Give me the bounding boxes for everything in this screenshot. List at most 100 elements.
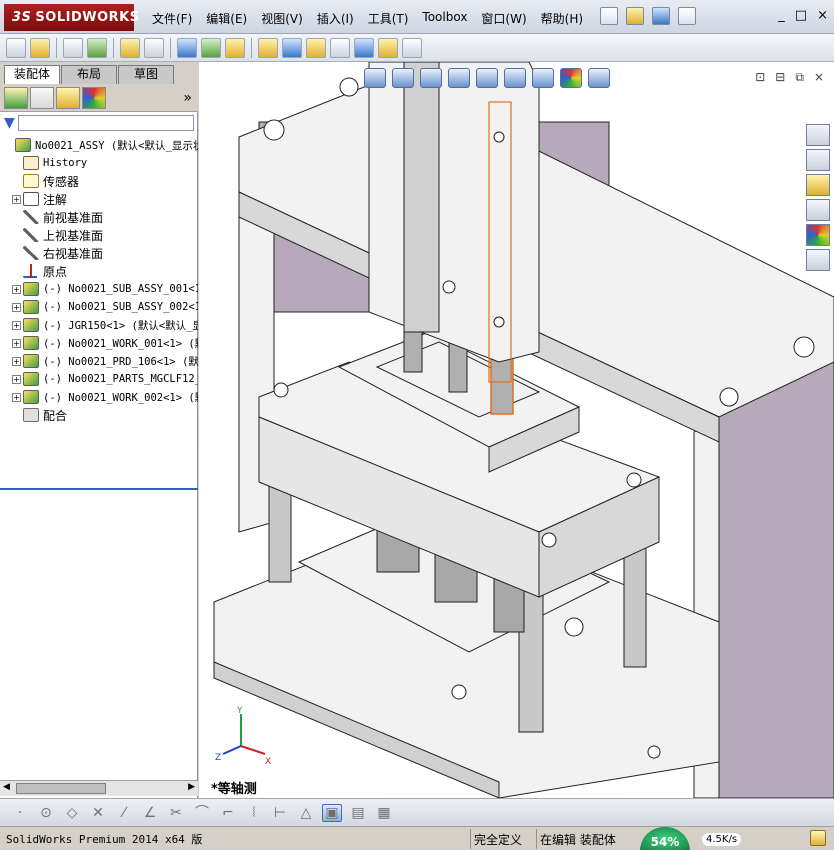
save-icon[interactable] [652, 7, 670, 25]
triangle-icon[interactable]: △ [296, 804, 316, 822]
tree-node[interactable]: + (-) No0021_SUB_ASSY_002<1> [0, 298, 198, 316]
design-library-icon[interactable] [806, 149, 830, 171]
horizontal-scrollbar[interactable]: ◀ ▶ [0, 780, 198, 796]
tree-expander[interactable]: + [12, 356, 21, 366]
tree-node[interactable]: + (-) No0021_WORK_002<1> (默 [0, 388, 198, 406]
viewport-minimize-button[interactable]: ⊟ [775, 70, 785, 85]
exploded-view-icon[interactable] [306, 37, 326, 58]
configuration-manager-icon[interactable] [56, 86, 80, 109]
rollback-bar[interactable] [0, 488, 198, 490]
tree-node[interactable]: 前视基准面 [0, 208, 198, 226]
new-document-icon[interactable] [600, 7, 618, 25]
tree-expander[interactable]: + [12, 284, 21, 294]
menu-toolbox[interactable]: Toolbox [416, 8, 473, 29]
more-tabs-button[interactable]: » [183, 90, 192, 106]
assembly-features-icon[interactable] [201, 37, 221, 58]
apply-scene-icon[interactable] [588, 68, 610, 88]
tree-expander[interactable]: + [12, 338, 21, 348]
close-button[interactable]: × [817, 8, 828, 23]
hide-show-items-icon[interactable] [532, 68, 554, 88]
view-orientation-icon[interactable] [476, 68, 498, 88]
line-icon[interactable]: ⁄ [114, 804, 134, 822]
tree-expander[interactable]: + [12, 194, 21, 204]
tree-expander[interactable]: + [12, 320, 21, 330]
open-folder-icon[interactable] [626, 7, 644, 25]
viewport-close-button[interactable]: × [814, 70, 824, 85]
menu-insert[interactable]: 插入(I) [311, 8, 360, 29]
instant3d-icon[interactable] [402, 37, 422, 58]
tree-node[interactable]: 原点 [0, 262, 198, 280]
circle-icon[interactable]: ⊙ [36, 804, 56, 822]
cross-icon[interactable]: ✕ [88, 804, 108, 822]
tab-sketch[interactable]: 草图 [118, 65, 174, 84]
mate-icon[interactable] [63, 37, 83, 58]
angle-icon[interactable]: ∠ [140, 804, 160, 822]
scroll-left-icon[interactable]: ◀ [3, 782, 10, 792]
menu-view[interactable]: 视图(V) [255, 8, 309, 29]
tree-node[interactable]: + (-) No0021_SUB_ASSY_001<1> [0, 280, 198, 298]
polygon-icon[interactable]: ◇ [62, 804, 82, 822]
minimize-button[interactable]: _ [778, 8, 785, 23]
previous-view-icon[interactable] [420, 68, 442, 88]
show-hidden-icon[interactable] [177, 37, 197, 58]
bill-of-materials-icon[interactable] [282, 37, 302, 58]
tree-node[interactable]: History [0, 154, 198, 172]
zoom-area-icon[interactable] [392, 68, 414, 88]
interference-detection-icon[interactable] [354, 37, 374, 58]
linear-pattern-icon[interactable] [87, 37, 107, 58]
scrollbar-thumb[interactable] [16, 783, 106, 794]
tab-layout[interactable]: 布局 [61, 65, 117, 84]
tree-node[interactable]: + (-) No0021_PRD_106<1> (默认 [0, 352, 198, 370]
menu-help[interactable]: 帮助(H) [535, 8, 589, 29]
tree-node[interactable]: 传感器 [0, 172, 198, 190]
filter-icon[interactable]: ▼ [4, 115, 15, 131]
graphics-area[interactable]: ⊡ ⊟ ⧉ × Y X Z *等轴测 [199, 62, 834, 798]
tree-node[interactable]: + 注解 [0, 190, 198, 208]
maximize-button[interactable]: □ [795, 8, 807, 23]
edit-appearance-icon[interactable] [560, 68, 582, 88]
shaded-cube-icon[interactable]: ▣ [322, 803, 342, 822]
tree-node[interactable]: + (-) No0021_WORK_001<1> (默 [0, 334, 198, 352]
new-motion-study-icon[interactable] [258, 37, 278, 58]
solidworks-logo[interactable]: 3S SOLIDWORKS [4, 4, 139, 31]
feature-tree-icon[interactable] [4, 86, 28, 109]
dimension-icon[interactable]: ⊢ [270, 804, 290, 822]
appearances-icon[interactable] [806, 224, 830, 246]
tree-node[interactable]: 配合 [0, 406, 198, 424]
tree-node[interactable]: 上视基准面 [0, 226, 198, 244]
insert-component-icon[interactable] [30, 37, 50, 58]
scroll-right-icon[interactable]: ▶ [188, 782, 195, 792]
view-palette-icon[interactable] [806, 199, 830, 221]
tab-assembly[interactable]: 装配体 [4, 65, 60, 84]
tree-expander[interactable]: + [12, 374, 21, 384]
assembly-model[interactable] [199, 62, 834, 798]
file-explorer-icon[interactable] [806, 174, 830, 196]
menu-edit[interactable]: 编辑(E) [200, 8, 253, 29]
solidworks-resources-icon[interactable] [806, 124, 830, 146]
menu-window[interactable]: 窗口(W) [475, 8, 532, 29]
property-manager-icon[interactable] [30, 86, 54, 109]
grid-icon[interactable]: ▤ [348, 804, 368, 822]
corner-icon[interactable]: ⌐ [218, 804, 238, 822]
explode-line-icon[interactable] [330, 37, 350, 58]
viewport-tile-button[interactable]: ⧉ [795, 70, 804, 85]
trim-icon[interactable]: ✂ [166, 804, 186, 822]
zoom-to-fit-icon[interactable] [364, 68, 386, 88]
point-icon[interactable]: · [10, 804, 30, 822]
network-meter-badge[interactable]: 54% [640, 827, 690, 850]
menu-tools[interactable]: 工具(T) [362, 8, 415, 29]
custom-properties-icon[interactable] [806, 249, 830, 271]
table-icon[interactable]: ▦ [374, 804, 394, 822]
tree-node[interactable]: + (-) No0021_PARTS_MGCLF12_ [0, 370, 198, 388]
display-style-icon[interactable] [504, 68, 526, 88]
menu-file[interactable]: 文件(F) [146, 8, 198, 29]
section-view-icon[interactable] [448, 68, 470, 88]
tree-node[interactable]: No0021_ASSY (默认<默认_显示状 [0, 136, 198, 154]
viewport-restore-button[interactable]: ⊡ [755, 70, 765, 85]
move-component-icon[interactable] [144, 37, 164, 58]
tree-expander[interactable]: + [12, 302, 21, 312]
display-manager-icon[interactable] [82, 86, 106, 109]
help-tag-icon[interactable] [810, 830, 826, 846]
filter-input[interactable] [17, 115, 194, 131]
help-icon[interactable] [678, 7, 696, 25]
